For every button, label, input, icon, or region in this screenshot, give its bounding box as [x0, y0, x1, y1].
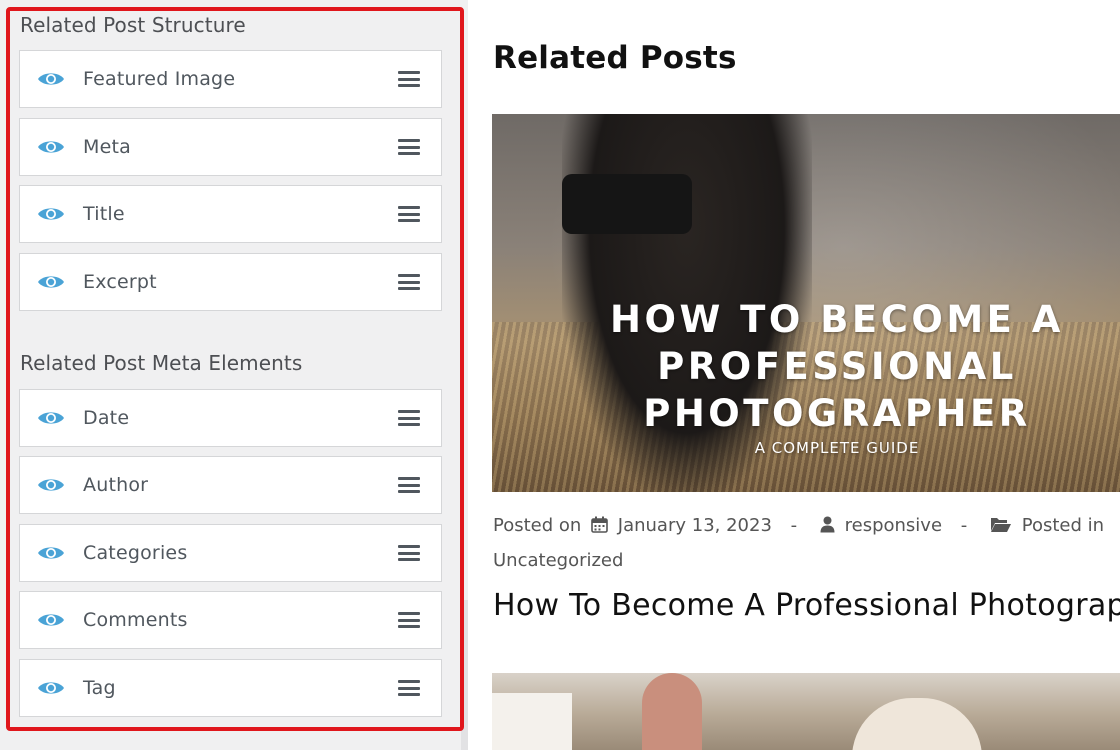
calendar-icon [591, 511, 608, 544]
post-date[interactable]: January 13, 2023 [618, 515, 772, 536]
image-shape [642, 673, 702, 750]
user-icon [820, 511, 835, 544]
post-author[interactable]: responsive [845, 515, 942, 536]
eye-icon[interactable] [37, 475, 65, 495]
drag-handle-icon[interactable] [398, 545, 420, 561]
meta-separator: - [960, 515, 968, 536]
structure-item-title[interactable]: Title [19, 185, 442, 243]
meta-item-tag[interactable]: Tag [19, 659, 442, 717]
meta-item-author[interactable]: Author [19, 456, 442, 514]
meta-section-title: Related Post Meta Elements [20, 351, 303, 375]
eye-icon[interactable] [37, 678, 65, 698]
eye-icon[interactable] [37, 272, 65, 292]
customizer-panel: Related Post Structure Featured Image Me… [0, 0, 468, 750]
item-label: Tag [83, 677, 116, 699]
post-meta: Posted on January 13, 2023 - responsive … [493, 509, 1113, 577]
eye-icon[interactable] [37, 204, 65, 224]
item-label: Excerpt [83, 271, 157, 293]
image-tagline: A COMPLETE GUIDE [754, 439, 920, 457]
eye-icon[interactable] [37, 408, 65, 428]
panel-scrollbar[interactable] [461, 600, 468, 750]
item-label: Categories [83, 542, 188, 564]
featured-image[interactable]: HOW TO BECOME A PROFESSIONAL PHOTOGRAPHE… [492, 114, 1120, 492]
next-post-image[interactable] [492, 673, 1120, 750]
drag-handle-icon[interactable] [398, 680, 420, 696]
structure-item-featured-image[interactable]: Featured Image [19, 50, 442, 108]
drag-handle-icon[interactable] [398, 410, 420, 426]
drag-handle-icon[interactable] [398, 612, 420, 628]
post-category[interactable]: Uncategorized [493, 550, 623, 571]
structure-section-title: Related Post Structure [20, 13, 246, 37]
drag-handle-icon[interactable] [398, 477, 420, 493]
meta-separator: - [790, 515, 798, 536]
image-overlay-text: HOW TO BECOME A PROFESSIONAL PHOTOGRAPHE… [602, 296, 1072, 457]
eye-icon[interactable] [37, 543, 65, 563]
drag-handle-icon[interactable] [398, 71, 420, 87]
meta-item-categories[interactable]: Categories [19, 524, 442, 582]
eye-icon[interactable] [37, 137, 65, 157]
structure-item-meta[interactable]: Meta [19, 118, 442, 176]
folder-open-icon [990, 511, 1012, 544]
eye-icon[interactable] [37, 610, 65, 630]
drag-handle-icon[interactable] [398, 206, 420, 222]
posted-on-label: Posted on [493, 515, 582, 536]
item-label: Title [83, 203, 125, 225]
post-title[interactable]: How To Become A Professional Photographe… [493, 588, 1120, 623]
drag-handle-icon[interactable] [398, 274, 420, 290]
item-label: Comments [83, 609, 188, 631]
meta-item-date[interactable]: Date [19, 389, 442, 447]
site-preview: Related Posts HOW TO BECOME A PROFESSION… [468, 0, 1120, 750]
item-label: Date [83, 407, 130, 429]
image-shape [852, 698, 982, 750]
item-label: Author [83, 474, 149, 496]
eye-icon[interactable] [37, 69, 65, 89]
posted-in-label: Posted in [1021, 515, 1105, 536]
item-label: Featured Image [83, 68, 236, 90]
structure-item-excerpt[interactable]: Excerpt [19, 253, 442, 311]
meta-item-comments[interactable]: Comments [19, 591, 442, 649]
image-shape [492, 693, 572, 750]
camera-icon [562, 174, 692, 234]
related-posts-heading: Related Posts [493, 40, 737, 76]
drag-handle-icon[interactable] [398, 139, 420, 155]
item-label: Meta [83, 136, 131, 158]
image-headline: HOW TO BECOME A PROFESSIONAL PHOTOGRAPHE… [610, 298, 1064, 435]
